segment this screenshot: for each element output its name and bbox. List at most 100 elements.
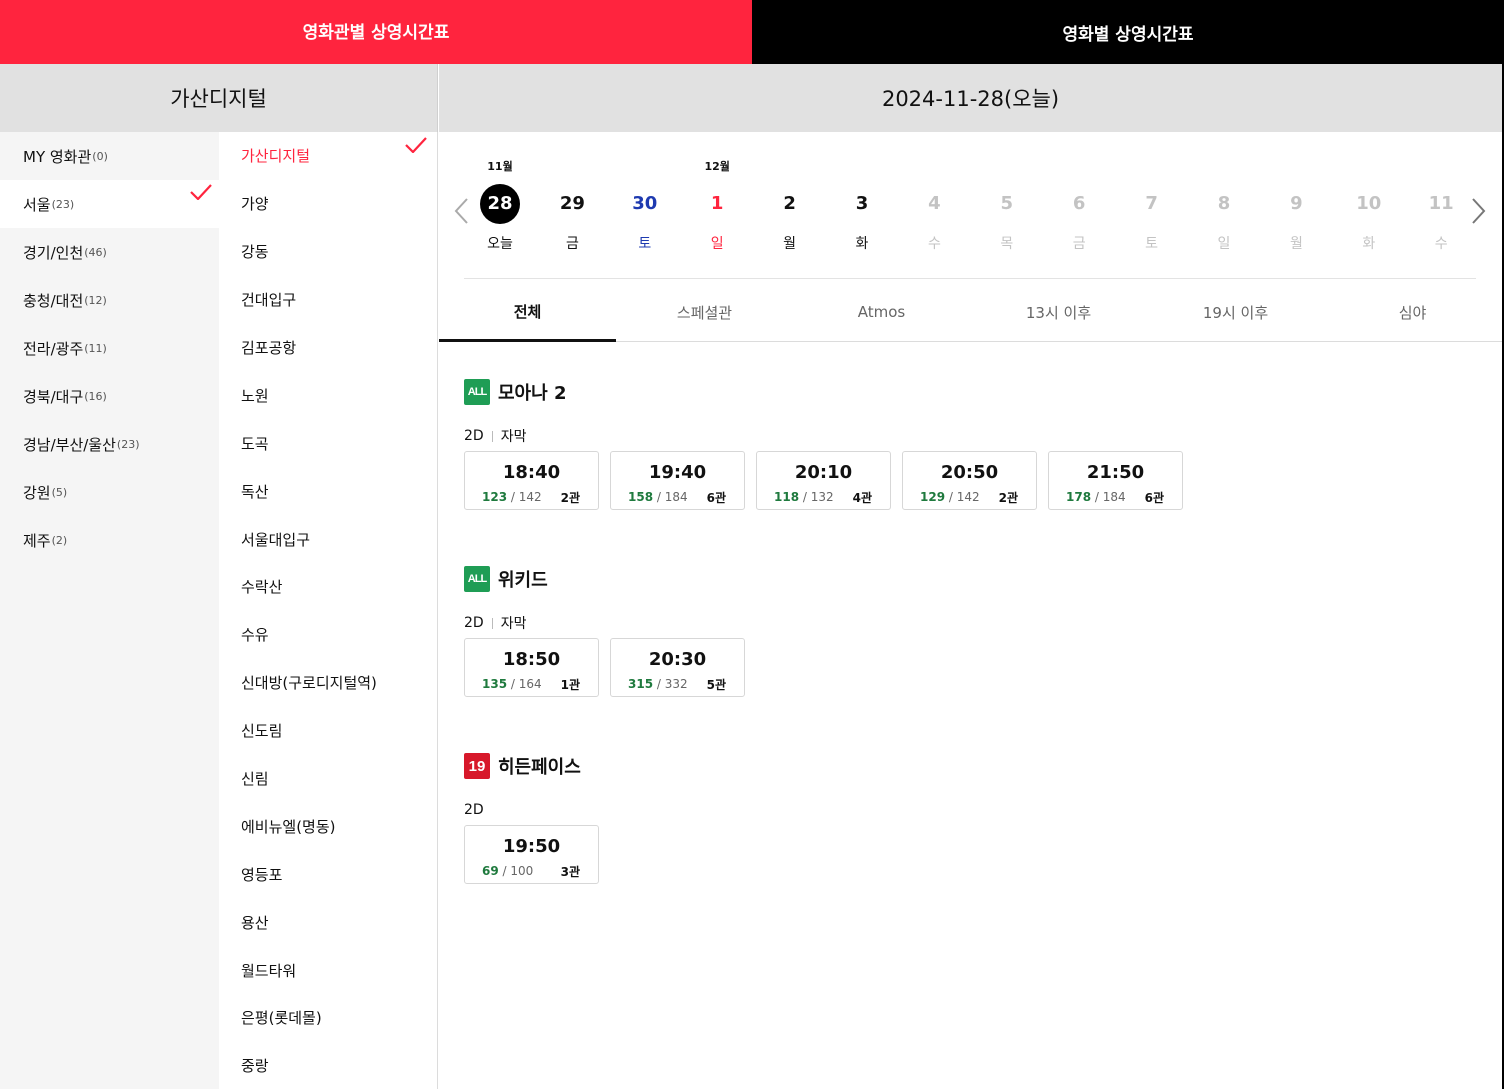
showtime-list: 18:40 123 / 142 2관 19:40 158 / 184 6관 20:10 118…: [464, 451, 1194, 510]
date-weekday: 오늘: [487, 236, 513, 252]
region-item-gyeongnam[interactable]: 경남/부산/울산 (23): [0, 420, 219, 468]
showtime-time: 20:50: [940, 462, 999, 483]
selected-theater-title: 가산디지털: [0, 64, 438, 132]
date-day: 1: [710, 193, 724, 214]
theater-name: 건대입구: [241, 291, 297, 310]
region-name: MY 영화관: [23, 147, 92, 166]
theater-item[interactable]: 신림: [219, 755, 437, 803]
showtime-button[interactable]: 20:10 118 / 132 4관: [756, 451, 891, 510]
tab-by-movie[interactable]: 영화별 상영시간표: [752, 0, 1504, 64]
total-seats: / 142: [948, 490, 980, 504]
theater-item[interactable]: 영등포: [219, 850, 437, 898]
format-label: 2D: [464, 428, 484, 444]
theater-item[interactable]: 월드타워: [219, 946, 437, 994]
date-item[interactable]: 3화: [826, 132, 898, 272]
theater-item[interactable]: 김포공항: [219, 324, 437, 372]
total-seats: / 132: [802, 490, 834, 504]
movie-title-row: 19 히든페이스: [464, 753, 610, 779]
region-item-gyeonggi[interactable]: 경기/인천 (46): [0, 228, 219, 276]
showtime-button[interactable]: 18:50 135 / 164 1관: [464, 638, 599, 697]
filter-tab-special[interactable]: 스페셜관: [616, 283, 793, 341]
total-seats: / 184: [1094, 490, 1126, 504]
seat-count: 118 / 132: [774, 490, 834, 504]
movie-title[interactable]: 히든페이스: [498, 753, 581, 779]
date-item: 7토: [1116, 132, 1188, 272]
region-list: MY 영화관 (0) 서울 (23) 경기/인천 (46) 충청/대전 (12) 전라/…: [0, 132, 219, 1089]
theater-item[interactable]: 도곡: [219, 419, 437, 467]
date-month: [1260, 158, 1332, 172]
date-item: 5목: [971, 132, 1043, 272]
theater-item[interactable]: 은평(롯데몰): [219, 994, 437, 1042]
showtime-button[interactable]: 21:50 178 / 184 6관: [1048, 451, 1183, 510]
theater-item[interactable]: 가산디지털: [219, 132, 437, 180]
date-day: 7: [1145, 193, 1158, 214]
theater-item[interactable]: 에비뉴엘(명동): [219, 802, 437, 850]
filter-tab-late-night[interactable]: 심야: [1324, 283, 1501, 341]
theater-item[interactable]: 건대입구: [219, 276, 437, 324]
theater-item[interactable]: 중랑: [219, 1042, 437, 1089]
theater-item[interactable]: 노원: [219, 371, 437, 419]
screen-number: 4관: [852, 491, 872, 505]
date-item[interactable]: 30 토: [609, 132, 681, 272]
showtime-button[interactable]: 19:50 69 / 100 3관: [464, 825, 599, 884]
rating-19-badge: 19: [464, 753, 490, 779]
theater-name: 독산: [241, 482, 269, 501]
date-item: 4수: [898, 132, 970, 272]
total-seats: / 142: [510, 490, 542, 504]
date-item[interactable]: 11월 28 오늘: [464, 132, 536, 272]
date-item[interactable]: 12월 1 일: [681, 132, 753, 272]
date-day: 11: [1428, 193, 1454, 214]
theater-item[interactable]: 수유: [219, 611, 437, 659]
remaining-seats: 158: [628, 490, 654, 504]
theater-item[interactable]: 신대방(구로디지털역): [219, 659, 437, 707]
tab-by-theater[interactable]: 영화관별 상영시간표: [0, 0, 752, 64]
theater-item[interactable]: 수락산: [219, 563, 437, 611]
region-item-gyeongbuk[interactable]: 경북/대구 (16): [0, 372, 219, 420]
theater-name: 영등포: [241, 865, 283, 884]
showtime-time: 21:50: [1086, 462, 1145, 483]
theater-item[interactable]: 신도림: [219, 707, 437, 755]
check-icon: [190, 184, 212, 200]
total-seats: / 332: [656, 677, 688, 691]
region-item-jeju[interactable]: 제주 (2): [0, 516, 219, 564]
showtime-button[interactable]: 20:30 315 / 332 5관: [610, 638, 745, 697]
movie-title[interactable]: 위키드: [498, 566, 548, 592]
theater-item[interactable]: 서울대입구: [219, 515, 437, 563]
filter-tab-all[interactable]: 전체: [439, 283, 616, 342]
screen-number: 2관: [560, 491, 580, 505]
region-name: 전라/광주: [23, 339, 84, 358]
selected-date-title: 2024-11-28(오늘): [439, 64, 1502, 132]
date-weekday: 수: [1434, 236, 1448, 252]
region-item-chungcheong[interactable]: 충청/대전 (12): [0, 276, 219, 324]
date-weekday: 토: [1145, 236, 1159, 252]
region-item-gangwon[interactable]: 강원 (5): [0, 468, 219, 516]
theater-name: 도곡: [241, 434, 269, 453]
divider: [464, 278, 1476, 279]
region-count: (16): [84, 389, 107, 403]
rating-all-badge: ALL: [464, 566, 490, 592]
region-name: 경북/대구: [23, 387, 84, 406]
theater-item[interactable]: 강동: [219, 228, 437, 276]
filter-tab-atmos[interactable]: Atmos: [793, 283, 970, 341]
filter-tab-after-19[interactable]: 19시 이후: [1147, 283, 1324, 341]
showtime-time: 18:50: [502, 649, 561, 670]
region-count: (5): [51, 485, 68, 499]
region-item-seoul[interactable]: 서울 (23): [0, 180, 219, 228]
showtime-button[interactable]: 18:40 123 / 142 2관: [464, 451, 599, 510]
date-item[interactable]: 29 금: [536, 132, 608, 272]
filter-tab-after-13[interactable]: 13시 이후: [970, 283, 1147, 341]
theater-item[interactable]: 독산: [219, 467, 437, 515]
date-item[interactable]: 2월: [754, 132, 826, 272]
region-item-jeolla[interactable]: 전라/광주 (11): [0, 324, 219, 372]
showtime-button[interactable]: 19:40 158 / 184 6관: [610, 451, 745, 510]
movie-block: ALL 모아나 2 2D 자막 18:40 123 / 142 2관 19:40 158…: [464, 379, 1194, 510]
seat-count: 129 / 142: [920, 490, 980, 504]
theater-item[interactable]: 가양: [219, 180, 437, 228]
date-item: 9월: [1260, 132, 1332, 272]
theater-item[interactable]: 용산: [219, 898, 437, 946]
date-weekday: 화: [1362, 236, 1376, 252]
movie-title[interactable]: 모아나 2: [498, 379, 566, 405]
showtime-button[interactable]: 20:50 129 / 142 2관: [902, 451, 1037, 510]
date-day: 10: [1356, 193, 1382, 214]
region-item-my[interactable]: MY 영화관 (0): [0, 132, 219, 180]
